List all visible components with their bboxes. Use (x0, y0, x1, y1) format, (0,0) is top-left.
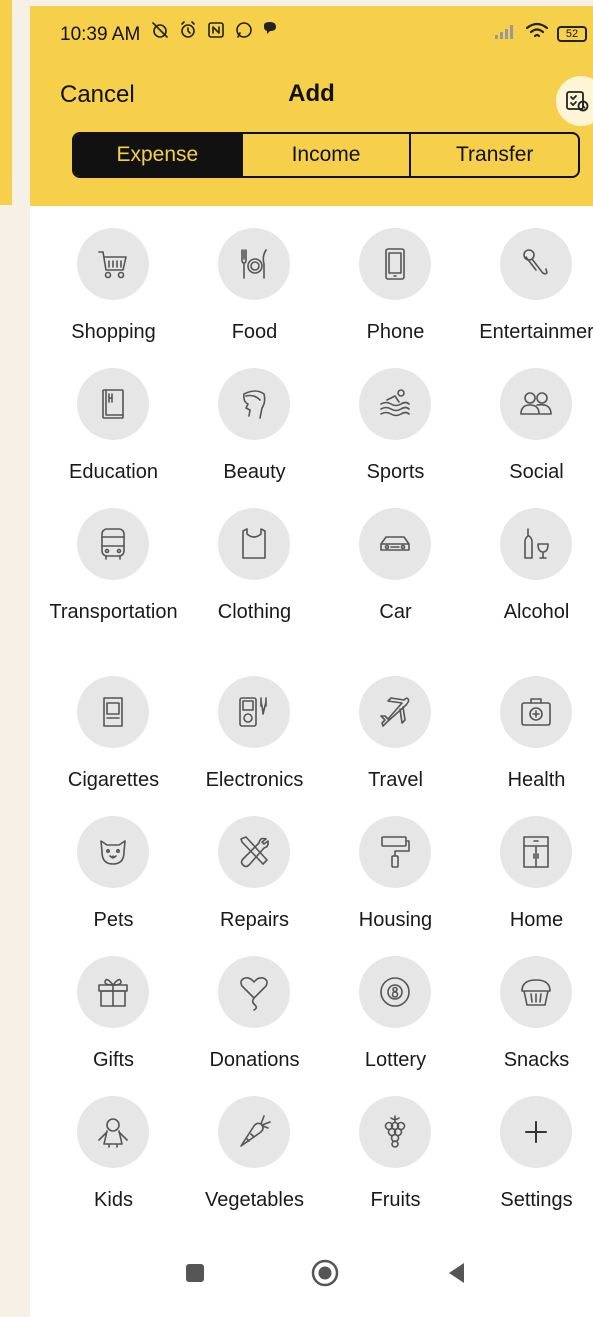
category-home[interactable]: Home (466, 816, 593, 956)
status-time: 10:39 AM (60, 24, 141, 45)
page-title: Add (288, 80, 335, 107)
top-bar: Cancel Add (30, 76, 593, 126)
category-housing[interactable]: Housing (325, 816, 466, 956)
phone-screen: 10:39 AM 52 Cancel Add Expense Income Tr… (30, 6, 593, 1317)
category-phone[interactable]: Phone (325, 228, 466, 368)
category-label: Car (379, 601, 412, 623)
category-label: Lottery (364, 1049, 427, 1071)
category-repairs[interactable]: Repairs (184, 816, 325, 956)
category-clothing[interactable]: Clothing (184, 508, 325, 648)
category-lottery[interactable]: Lottery (325, 956, 466, 1096)
category-kids[interactable]: Kids (43, 1096, 184, 1236)
status-bar: 10:39 AM 52 (30, 6, 593, 61)
category-label: Cigarettes (67, 769, 160, 791)
back-button[interactable] (440, 1256, 474, 1290)
category-label: Fruits (370, 1189, 421, 1211)
category-label: Health (507, 769, 566, 791)
category-cigarettes[interactable]: Cigarettes (43, 676, 184, 816)
category-label: Transportation (49, 601, 178, 623)
category-electronics[interactable]: Electronics (184, 676, 325, 816)
whatsapp-icon (234, 20, 254, 40)
circle-icon (311, 1259, 339, 1287)
category-label: Sports (366, 461, 425, 483)
category-label: Housing (358, 909, 433, 931)
chat-bubble-icon (262, 20, 278, 40)
category-label: Social (509, 461, 564, 483)
category-pets[interactable]: Pets (43, 816, 184, 956)
home-button[interactable] (308, 1256, 342, 1290)
category-food[interactable]: Food (184, 228, 325, 368)
notification-icons (150, 20, 278, 40)
tab-expense[interactable]: Expense (74, 134, 241, 176)
category-donations[interactable]: Donations (184, 956, 325, 1096)
category-label: Kids (94, 1189, 133, 1211)
tab-transfer[interactable]: Transfer (409, 134, 578, 176)
header: 10:39 AM 52 Cancel Add Expense Income Tr… (30, 6, 593, 206)
category-label: Beauty (223, 461, 286, 483)
nfc-icon (206, 20, 226, 40)
alarm-off-icon (150, 20, 170, 40)
tab-income[interactable]: Income (240, 134, 410, 176)
system-status-icons: 52 (493, 22, 587, 45)
category-social[interactable]: Social (466, 368, 593, 508)
category-health[interactable]: Health (466, 676, 593, 816)
category-alcohol[interactable]: Alcohol (466, 508, 593, 648)
category-label: Home (509, 909, 564, 931)
alarm-clock-icon (178, 20, 198, 40)
category-beauty[interactable]: Beauty (184, 368, 325, 508)
category-label: Snacks (503, 1049, 570, 1071)
category-label: Shopping (71, 321, 156, 343)
category-education[interactable]: Education (43, 368, 184, 508)
category-label: Food (231, 321, 278, 343)
category-label: Phone (366, 321, 425, 343)
category-fruits[interactable]: Fruits (325, 1096, 466, 1236)
background-edge (0, 0, 30, 1317)
category-label: Alcohol (503, 601, 570, 623)
category-entertainment[interactable]: Entertainmer (466, 228, 593, 368)
category-snacks[interactable]: Snacks (466, 956, 593, 1096)
category-label: Pets (93, 909, 134, 931)
category-label: Settings (500, 1189, 573, 1211)
category-label: Donations (209, 1049, 300, 1071)
category-settings[interactable]: Settings (466, 1096, 593, 1236)
category-label: Entertainmer (479, 321, 593, 343)
category-travel[interactable]: Travel (325, 676, 466, 816)
calendar-check-icon (566, 91, 589, 112)
category-label: Clothing (217, 601, 292, 623)
wifi-icon (525, 22, 549, 45)
category-label: Gifts (92, 1049, 135, 1071)
category-label: Electronics (205, 769, 304, 791)
battery-icon: 52 (557, 25, 587, 42)
category-label: Education (69, 461, 158, 483)
category-car[interactable]: Car (325, 508, 466, 648)
category-shopping[interactable]: Shopping (43, 228, 184, 368)
recent-apps-button[interactable] (178, 1256, 212, 1290)
transaction-type-tabs: Expense Income Transfer (72, 132, 580, 178)
category-transportation[interactable]: Transportation (43, 508, 184, 648)
signal-icon (493, 22, 517, 45)
category-label: Repairs (220, 909, 289, 931)
triangle-back-icon (449, 1263, 464, 1283)
category-vegetables[interactable]: Vegetables (184, 1096, 325, 1236)
category-gifts[interactable]: Gifts (43, 956, 184, 1096)
category-sports[interactable]: Sports (325, 368, 466, 508)
calendar-check-button[interactable] (556, 76, 593, 126)
system-nav-bar (30, 1242, 593, 1302)
square-icon (186, 1264, 204, 1282)
background-accent-strip (0, 0, 12, 205)
category-label: Travel (368, 769, 423, 791)
category-label: Vegetables (205, 1189, 304, 1211)
